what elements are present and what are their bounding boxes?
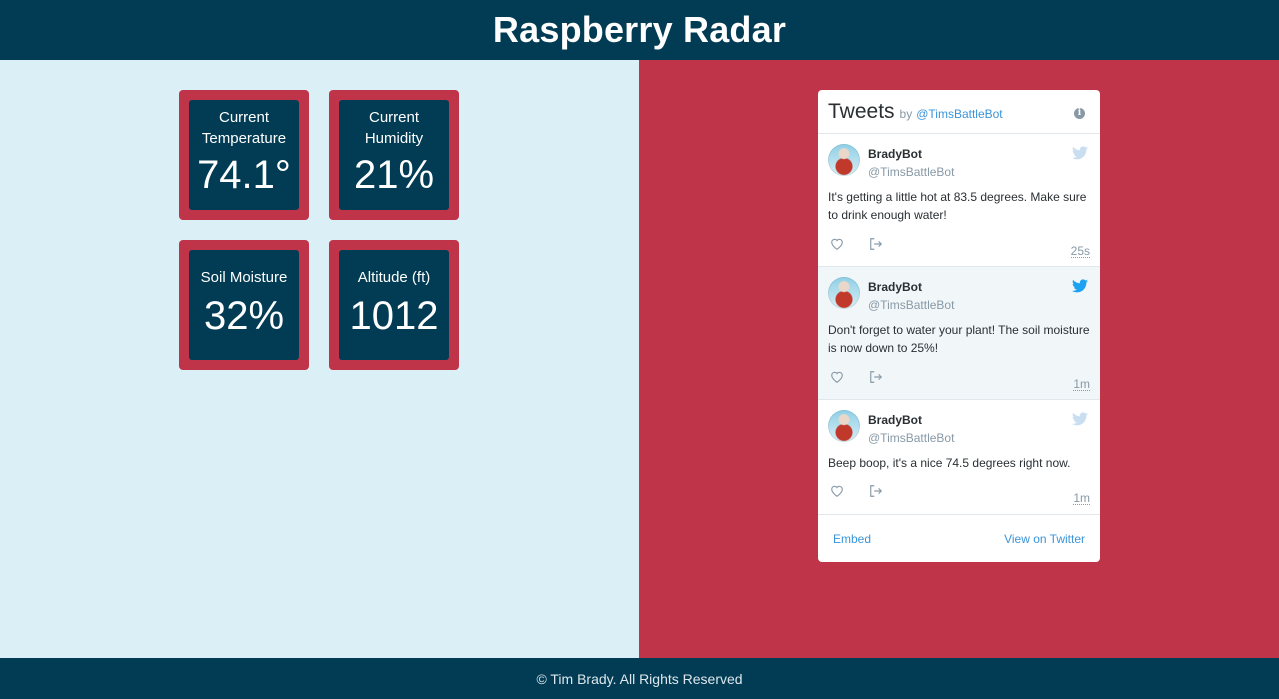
info-icon[interactable]: i	[1074, 108, 1085, 119]
avatar[interactable]	[828, 277, 860, 309]
humidity-card: Current Humidity 21%	[329, 90, 459, 220]
widget-footer: Embed View on Twitter	[818, 516, 1100, 562]
soil-moisture-label: Soil Moisture	[200, 269, 288, 286]
embed-link[interactable]: Embed	[833, 532, 871, 546]
humidity-value: 21%	[353, 153, 435, 197]
share-icon[interactable]	[869, 484, 883, 498]
tweet-item[interactable]: BradyBot @TimsBattleBot Don't forget to …	[818, 267, 1100, 400]
altitude-label: Altitude (ft)	[357, 269, 431, 286]
view-on-twitter-link[interactable]: View on Twitter	[1004, 532, 1085, 546]
altitude-card: Altitude (ft) 1012	[329, 240, 459, 370]
tweet-timestamp[interactable]: 25s	[1070, 245, 1090, 258]
sensor-panel: Current Temperature 74.1° Current Humidi…	[0, 60, 639, 658]
widget-handle-link[interactable]: @TimsBattleBot	[916, 107, 1002, 121]
page-header: Raspberry Radar	[0, 0, 1279, 60]
avatar[interactable]	[828, 410, 860, 442]
tweet-author-handle[interactable]: @TimsBattleBot	[868, 165, 954, 179]
avatar[interactable]	[828, 144, 860, 176]
tweet-timestamp[interactable]: 1m	[1073, 378, 1090, 391]
tweet-text: Don't forget to water your plant! The so…	[828, 323, 1090, 355]
twitter-bird-icon[interactable]	[1072, 146, 1088, 160]
temperature-value: 74.1°	[197, 153, 291, 197]
soil-moisture-value: 32%	[203, 294, 285, 338]
altitude-value: 1012	[349, 294, 439, 338]
tweet-item[interactable]: BradyBot @TimsBattleBot It's getting a l…	[818, 134, 1100, 267]
widget-by: by	[899, 107, 913, 121]
share-icon[interactable]	[869, 370, 883, 384]
tweet-author-name[interactable]: BradyBot	[868, 413, 922, 427]
twitter-bird-icon[interactable]	[1072, 279, 1088, 293]
page-footer: © Tim Brady. All Rights Reserved	[0, 658, 1279, 699]
tweet-author-handle[interactable]: @TimsBattleBot	[868, 298, 954, 312]
tweet-author-name[interactable]: BradyBot	[868, 147, 922, 161]
soil-moisture-card: Soil Moisture 32%	[179, 240, 309, 370]
share-icon[interactable]	[869, 237, 883, 251]
tweet-timestamp[interactable]: 1m	[1073, 492, 1090, 505]
copyright-text: © Tim Brady. All Rights Reserved	[536, 670, 743, 687]
temperature-card: Current Temperature 74.1°	[179, 90, 309, 220]
tweet-author-name[interactable]: BradyBot	[868, 280, 922, 294]
tweet-text: It's getting a little hot at 83.5 degree…	[828, 190, 1087, 222]
heart-icon[interactable]	[830, 237, 844, 251]
heart-icon[interactable]	[830, 370, 844, 384]
humidity-label: Current Humidity	[364, 109, 424, 147]
page-title: Raspberry Radar	[492, 9, 787, 50]
temperature-label: Current Temperature	[201, 109, 287, 147]
tweet-item[interactable]: BradyBot @TimsBattleBot Beep boop, it's …	[818, 400, 1100, 515]
widget-header: Tweets by @TimsBattleBot i	[818, 90, 1100, 134]
twitter-bird-icon[interactable]	[1072, 412, 1088, 426]
tweet-author-handle[interactable]: @TimsBattleBot	[868, 431, 954, 445]
heart-icon[interactable]	[830, 484, 844, 498]
twitter-timeline-widget: Tweets by @TimsBattleBot i BradyBot @Tim…	[818, 90, 1100, 562]
tweet-text: Beep boop, it's a nice 74.5 degrees righ…	[828, 456, 1071, 470]
widget-title: Tweets	[828, 100, 895, 123]
